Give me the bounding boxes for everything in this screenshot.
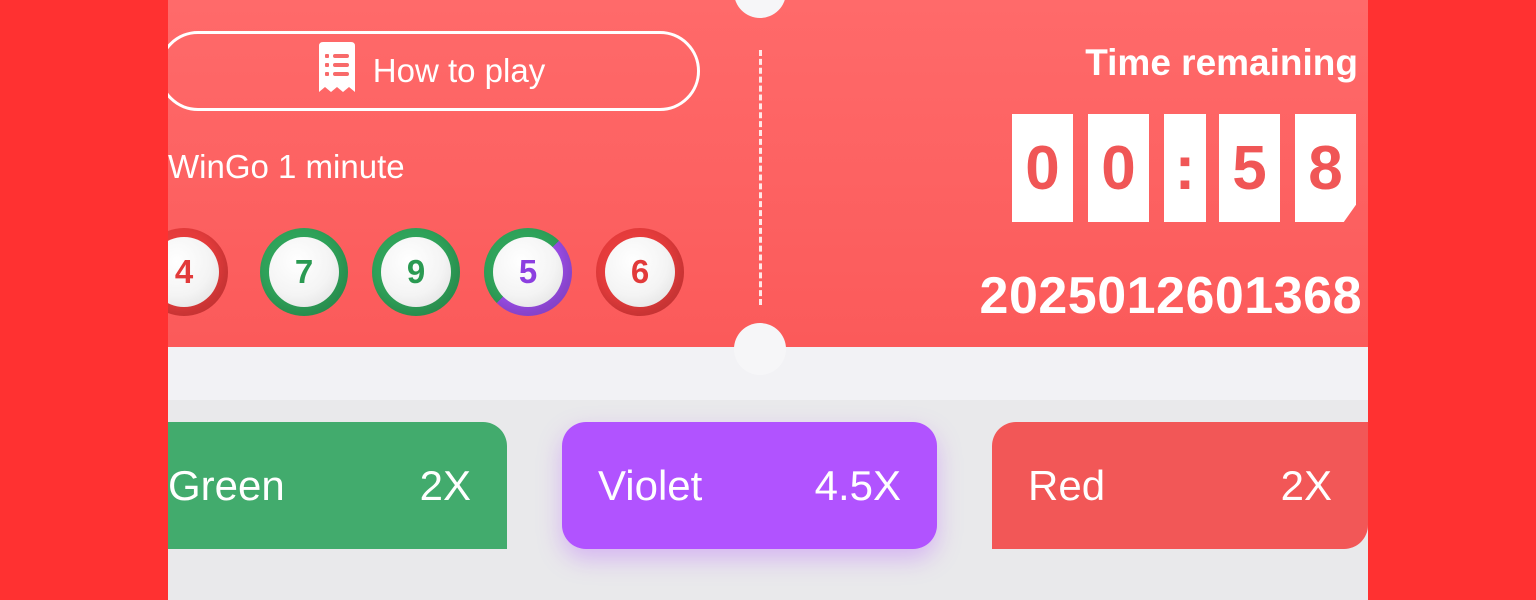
receipt-icon [313,41,361,101]
period-id: 2025012601368 [979,267,1362,325]
result-ball: 5 [484,228,572,316]
time-remaining-label: Time remaining [1085,42,1358,83]
result-number: 4 [174,253,194,290]
game-ticket-card: How to play WinGo 1 minute 4 7 9 5 6 Tim… [168,0,1368,375]
result-ball: 6 [596,228,684,316]
result-ball: 7 [260,228,348,316]
bet-multiplier: 4.5X [814,461,901,509]
how-to-play-label: How to play [372,52,546,89]
bet-green-button[interactable]: Green 2X [168,422,507,549]
bet-multiplier: 2X [419,461,471,509]
result-number: 7 [294,253,314,290]
timer-colon: : [1164,114,1206,222]
result-ball: 9 [372,228,460,316]
result-number: 5 [518,253,538,290]
timer-digit: 0 [1088,114,1149,222]
timer-digit: 0 [1012,114,1073,222]
result-number: 9 [406,253,426,290]
app-frame: How to play WinGo 1 minute 4 7 9 5 6 Tim… [168,0,1368,600]
result-ball: 4 [168,228,228,316]
ticket-notch-top [734,0,786,18]
bet-label: Red [1028,461,1106,509]
bet-options: Green 2X Violet 4.5X Red 2X [168,400,1368,600]
bet-red-button[interactable]: Red 2X [992,422,1368,549]
bet-label: Violet [598,461,703,509]
bet-violet-button[interactable]: Violet 4.5X [562,422,937,549]
timer-digit: 8 [1295,114,1356,222]
countdown-timer: 0 0 : 5 8 [1012,114,1356,222]
ticket-notch-bottom [734,323,786,375]
how-to-play-button[interactable]: How to play [168,31,700,111]
result-number: 6 [630,253,650,290]
ticket-divider [759,50,762,305]
game-name: WinGo 1 minute [168,148,405,185]
timer-digit: 5 [1219,114,1280,222]
bet-multiplier: 2X [1280,461,1332,509]
last-results: 4 7 9 5 6 [168,228,720,316]
bet-label: Green [168,461,285,509]
